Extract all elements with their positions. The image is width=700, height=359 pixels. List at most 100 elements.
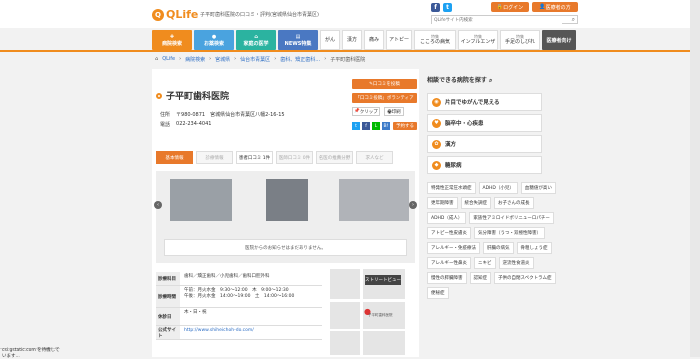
search-icon[interactable]: ⌕ bbox=[572, 16, 575, 24]
table-row: 診療科目 歯科／矯正歯科／小児歯科／歯科口腔外科 bbox=[156, 272, 322, 286]
nav-professionals[interactable]: 医療者向け bbox=[542, 30, 576, 50]
tag-link[interactable]: ADHD（成人） bbox=[427, 212, 467, 224]
sidebar-item-stroke[interactable]: ♥ 脳卒中・心疾患 bbox=[427, 114, 542, 132]
hatena-share-icon[interactable]: B! bbox=[382, 122, 390, 130]
clinic-map[interactable]: ストリートビュー ● 子平町歯科医院 bbox=[330, 269, 405, 355]
tag-link[interactable]: ニキビ bbox=[474, 257, 496, 269]
sidebar-item-diabetes[interactable]: ◆ 糖尿病 bbox=[427, 156, 542, 174]
tag-link[interactable]: 認知症 bbox=[469, 272, 491, 284]
tag-link[interactable]: 特発性正常圧水頭症 bbox=[427, 182, 476, 194]
phone-row: 電話 022-234-4041 bbox=[160, 121, 212, 128]
sidebar-item-eye[interactable]: ◉ 片目でゆがんで見える bbox=[427, 93, 542, 111]
table-row: 休診日 木・日・祝 bbox=[156, 308, 322, 326]
print-button[interactable]: 🖶 印刷 bbox=[384, 107, 404, 116]
nav-influenza[interactable]: 特集 インフルエンザ bbox=[458, 30, 498, 50]
clinic-photo[interactable] bbox=[266, 179, 308, 221]
clinic-details-table: 診療科目 歯科／矯正歯科／小児歯科／歯科口腔外科 診療時間 午前：月火水金 9:30… bbox=[156, 272, 322, 340]
tag-link[interactable]: 更年期障害 bbox=[427, 197, 458, 209]
reserve-button[interactable]: 予約する bbox=[393, 122, 417, 130]
search-input[interactable] bbox=[432, 17, 562, 24]
tag-link[interactable]: アレルギー性鼻炎 bbox=[427, 257, 471, 269]
tag-link[interactable]: 子供の自閉スペクトラム症 bbox=[494, 272, 556, 284]
clinic-notice: 医院からのお知らせはまだありません。 bbox=[164, 239, 407, 256]
breadcrumb: ⌂ QLife › 病院検索 › 宮城県 › 仙台市青葉区 › 歯科、矯正歯科… › 子平… bbox=[155, 56, 366, 63]
tag-link[interactable]: 気分障害（うつ・双極性障害） bbox=[474, 227, 545, 239]
drop-icon: ◆ bbox=[432, 160, 441, 170]
clinic-photo[interactable] bbox=[339, 179, 409, 221]
top-header: Q QLife 子平町歯科医院の口コミ・評判(宮城県仙台市青葉区) f t 🔒 … bbox=[0, 0, 700, 28]
nav-kampo[interactable]: 漢方 bbox=[342, 30, 362, 50]
search-icon: ⌕ bbox=[488, 77, 493, 84]
leaf-icon: ✿ bbox=[432, 139, 441, 149]
page-scrollbar[interactable] bbox=[690, 0, 700, 357]
tab-recommended-fields[interactable]: 名医の推薦分野 bbox=[316, 151, 353, 164]
official-site-link[interactable]: http://www.shiheichoh-do.com/ bbox=[180, 326, 322, 339]
tag-link[interactable]: アレルギー・免疫療法 bbox=[427, 242, 480, 254]
facebook-icon[interactable]: f bbox=[431, 3, 440, 12]
address-row: 住所 〒980-0871 宮城県仙台市青葉区八幡2-16-15 bbox=[160, 112, 285, 118]
twitter-share-icon[interactable]: t bbox=[352, 122, 360, 130]
table-row: 診療時間 午前：月火水金 9:30〜12:00 木 9:00〜12:30 午後：月… bbox=[156, 286, 322, 308]
table-row: 公式サイト http://www.shiheichoh-do.com/ bbox=[156, 326, 322, 340]
tab-basic-info[interactable]: 基本情報 bbox=[156, 151, 193, 164]
page-title: 子平町歯科医院 bbox=[156, 89, 229, 102]
tag-link[interactable]: 家族性アミロイドポリニューロパチー bbox=[469, 212, 554, 224]
tag-link[interactable]: 肝臓の病気 bbox=[483, 242, 514, 254]
tag-link[interactable]: お子さんの成長 bbox=[494, 197, 534, 209]
post-review-button[interactable]: ✎ 口コミを投稿 bbox=[352, 79, 417, 89]
nav-news[interactable]: ▤ NEWS特集 bbox=[278, 30, 318, 50]
tag-link[interactable]: 便秘症 bbox=[427, 287, 449, 299]
clinic-photo[interactable] bbox=[170, 179, 232, 221]
nav-home-medicine[interactable]: ⌂ 家庭の医学 bbox=[236, 30, 276, 50]
login-button[interactable]: 🔒 ログイン bbox=[491, 2, 529, 12]
sidebar-item-kampo[interactable]: ✿ 漢方 bbox=[427, 135, 542, 153]
twitter-icon[interactable]: t bbox=[443, 3, 452, 12]
next-arrow-icon[interactable]: › bbox=[409, 201, 417, 209]
qlife-logo[interactable]: Q QLife bbox=[152, 8, 198, 21]
nav-cancer[interactable]: がん bbox=[320, 30, 340, 50]
clip-button[interactable]: 📌 クリップ bbox=[352, 107, 380, 116]
breadcrumb-item[interactable]: QLife bbox=[162, 56, 175, 63]
logo-text: QLife bbox=[166, 8, 199, 21]
nav-numbness[interactable]: 特集 手足のしびれ bbox=[500, 30, 540, 50]
nav-drug-search[interactable]: ● お薬検索 bbox=[194, 30, 234, 50]
volunteer-button[interactable]: 「口コミ投稿」ボランティア bbox=[352, 93, 417, 103]
breadcrumb-item[interactable]: 病院検索 bbox=[185, 56, 205, 63]
breadcrumb-item[interactable]: 仙台市青葉区 bbox=[240, 56, 270, 63]
nav-hospital-search[interactable]: ✚ 病院検索 bbox=[152, 30, 192, 50]
tag-link[interactable]: 慢性の膵臓障害 bbox=[427, 272, 467, 284]
share-icons: t f L B! bbox=[352, 122, 390, 130]
social-links: f t bbox=[431, 3, 452, 12]
line-share-icon[interactable]: L bbox=[372, 122, 380, 130]
map-road bbox=[360, 269, 363, 355]
nav-mental[interactable]: 特集 こころの病気 bbox=[414, 30, 456, 50]
facebook-share-icon[interactable]: f bbox=[362, 122, 370, 130]
tag-link[interactable]: 逆流性食道炎 bbox=[498, 257, 534, 269]
nav-atopy[interactable]: アトピー bbox=[386, 30, 412, 50]
medical-professional-button[interactable]: 👤 医療者の方 bbox=[532, 2, 578, 12]
tab-jobs[interactable]: 求人など bbox=[356, 151, 393, 164]
map-road bbox=[330, 329, 405, 331]
tag-link[interactable]: ADHD（小児） bbox=[478, 182, 518, 194]
sidebar-title: 相談できる病院を探す ⌕ bbox=[427, 77, 493, 84]
photo-gallery: ‹ › 医院からのお知らせはまだありません。 bbox=[154, 171, 417, 263]
page-tagline: 子平町歯科医院の口コミ・評判(宮城県仙台市青葉区) bbox=[200, 12, 319, 18]
map-road bbox=[330, 299, 405, 302]
logo-mark-icon: Q bbox=[152, 8, 164, 21]
tag-link[interactable]: 統合失調症 bbox=[460, 197, 491, 209]
tab-patient-reviews[interactable]: 患者口コミ 1件 bbox=[236, 151, 273, 164]
prev-arrow-icon[interactable]: ‹ bbox=[154, 201, 162, 209]
tab-treatment-info[interactable]: 診療情報 bbox=[196, 151, 233, 164]
breadcrumb-item[interactable]: 宮城県 bbox=[215, 56, 230, 63]
tag-link[interactable]: 骨粗しょう症 bbox=[516, 242, 552, 254]
tag-link[interactable]: アトピー性皮膚炎 bbox=[427, 227, 471, 239]
browser-status-bar: csi.gstatic.com を待機しています... bbox=[0, 348, 60, 359]
home-icon[interactable]: ⌂ bbox=[155, 56, 158, 63]
street-view-button[interactable]: ストリートビュー bbox=[365, 275, 401, 285]
nav-pain[interactable]: 痛み bbox=[364, 30, 384, 50]
tab-doctor-reviews[interactable]: 医師口コミ 0件 bbox=[276, 151, 313, 164]
breadcrumb-item[interactable]: 歯科、矯正歯科… bbox=[280, 56, 320, 63]
main-nav: ✚ 病院検索 ● お薬検索 ⌂ 家庭の医学 ▤ NEWS特集 がん 漢方 痛み アトピー… bbox=[152, 30, 582, 50]
tag-link[interactable]: 血糖値が高い bbox=[520, 182, 556, 194]
eye-icon: ◉ bbox=[432, 97, 441, 107]
